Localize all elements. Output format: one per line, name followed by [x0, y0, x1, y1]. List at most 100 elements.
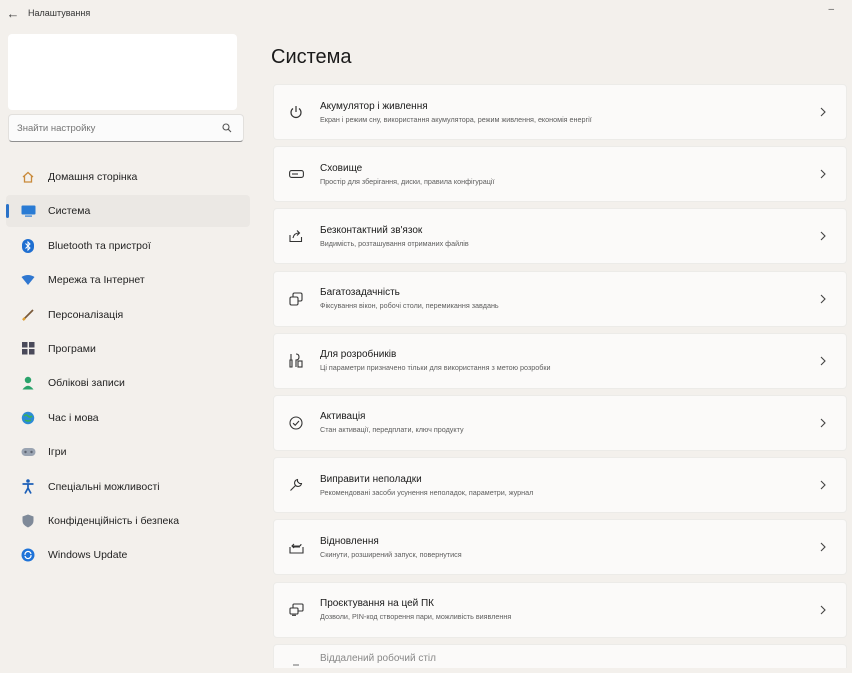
card-text: Багатозадачність Фіксування вікон, робоч…	[320, 287, 816, 310]
settings-card-projecting[interactable]: Проєктування на цей ПК Дозволи, PIN-код …	[273, 581, 847, 638]
projecting-icon	[286, 600, 306, 620]
storage-icon	[286, 164, 306, 184]
card-title: Багатозадачність	[320, 287, 400, 299]
card-title: Акумулятор і живлення	[320, 100, 428, 112]
card-text: Активація Стан активації, передплати, кл…	[320, 411, 816, 434]
nav-item-accessibility[interactable]: Спеціальні можливості	[6, 471, 250, 503]
card-title: Відновлення	[320, 535, 379, 547]
minimize-button[interactable]: –	[828, 4, 834, 15]
bluetooth-icon	[20, 238, 36, 254]
developer-tools-icon	[286, 351, 306, 371]
privacy-shield-icon	[20, 513, 36, 529]
card-subtitle: Екран і режим сну, використання акумулят…	[320, 114, 592, 124]
chevron-right-icon	[816, 169, 830, 179]
card-title: Для розробників	[320, 349, 397, 361]
card-title: Проєктування на цей ПК	[320, 598, 435, 609]
nav-item-privacy[interactable]: Конфіденційність і безпека	[6, 505, 250, 537]
accounts-icon	[20, 375, 36, 391]
search-input[interactable]	[9, 121, 219, 135]
card-title: Активація	[320, 411, 366, 423]
nav-item-apps[interactable]: Програми	[6, 333, 250, 365]
settings-card-nearby-sharing[interactable]: Безконтактний зв'язок Видимість, розташу…	[273, 208, 847, 265]
network-icon	[20, 272, 36, 288]
settings-card-recovery[interactable]: Відновлення Скинути, розширений запуск, …	[273, 519, 847, 576]
chevron-right-icon	[816, 294, 830, 304]
nav-item-gaming[interactable]: Ігри	[6, 436, 250, 468]
back-button[interactable]: ←	[2, 2, 24, 24]
nav-item-label: Система	[48, 205, 91, 218]
chevron-right-icon	[816, 356, 830, 366]
search-icon[interactable]	[219, 123, 235, 133]
nav-item-label: Мережа та Інтернет	[48, 274, 145, 287]
nav-item-label: Персоналізація	[48, 308, 124, 321]
card-subtitle: Стан активації, передплати, ключ продукт…	[320, 425, 464, 435]
card-text: Віддалений робочий стіл	[320, 653, 846, 664]
personalization-icon	[20, 307, 36, 323]
recovery-icon	[286, 537, 306, 557]
nav-item-system[interactable]: Система	[6, 195, 250, 228]
windows-update-icon	[20, 547, 36, 563]
system-icon	[20, 203, 36, 219]
chevron-right-icon	[816, 418, 830, 428]
card-title: Виправити неполадки	[320, 473, 422, 485]
nav-item-label: Домашня сторінка	[48, 171, 138, 183]
back-arrow-icon: ←	[6, 5, 20, 21]
page-title: Система	[271, 46, 352, 68]
nav-item-label: Час і мова	[48, 411, 99, 424]
settings-card-activation[interactable]: Активація Стан активації, передплати, кл…	[273, 394, 847, 451]
gaming-icon	[20, 444, 36, 460]
nav-item-label: Програми	[48, 342, 96, 355]
nearby-sharing-icon	[286, 226, 306, 246]
search-box[interactable]	[8, 114, 244, 142]
chevron-right-icon	[816, 107, 830, 117]
settings-card-storage[interactable]: Сховище Простір для зберігання, диски, п…	[273, 146, 847, 203]
nav-item-accounts[interactable]: Облікові записи	[6, 367, 250, 399]
nav-item-label: Windows Update	[48, 549, 128, 562]
nav-item-label: Ігри	[48, 446, 67, 459]
card-text: Виправити неполадки Рекомендовані засоби…	[320, 474, 816, 497]
card-title: Сховище	[320, 162, 363, 174]
card-subtitle: Простір для зберігання, диски, правила к…	[320, 176, 495, 186]
card-subtitle: Скинути, розширений запуск, повернутися	[320, 549, 462, 559]
activation-check-icon	[286, 413, 306, 433]
settings-card-troubleshoot[interactable]: Виправити неполадки Рекомендовані засоби…	[273, 457, 847, 514]
multitasking-icon	[286, 289, 306, 309]
settings-card-developers[interactable]: Для розробників Ці параметри призначено …	[273, 332, 847, 389]
accessibility-icon	[20, 479, 36, 495]
selection-indicator	[6, 204, 9, 219]
nav-item-label: Спеціальні можливості	[48, 480, 160, 493]
nav-list: Домашня сторінка Система Bluetooth та пр…	[6, 161, 250, 574]
troubleshoot-wrench-icon	[286, 475, 306, 495]
nav-item-label: Конфіденційність і безпека	[48, 514, 180, 527]
nav-item-windows-update[interactable]: Windows Update	[6, 539, 250, 571]
card-text: Безконтактний зв'язок Видимість, розташу…	[320, 225, 816, 248]
card-text: Проєктування на цей ПК Дозволи, PIN-код …	[320, 598, 816, 621]
card-text: Акумулятор і живлення Екран і режим сну,…	[320, 101, 816, 124]
card-subtitle: Дозволи, PIN-код створення пари, можливі…	[320, 612, 512, 621]
nav-item-personalization[interactable]: Персоналізація	[6, 299, 250, 331]
settings-list: Акумулятор і живлення Екран і режим сну,…	[273, 84, 847, 668]
chevron-right-icon	[816, 605, 830, 615]
sidebar: Домашня сторінка Система Bluetooth та пр…	[0, 26, 258, 656]
time-language-icon	[20, 410, 36, 426]
nav-item-label: Облікові записи	[48, 377, 125, 390]
app-title: Налаштування	[28, 8, 91, 18]
home-icon	[20, 169, 36, 185]
card-subtitle: Ці параметри призначено тільки для викор…	[320, 363, 551, 373]
chevron-right-icon	[816, 480, 830, 490]
card-text: Відновлення Скинути, розширений запуск, …	[320, 536, 816, 559]
nav-item-bluetooth[interactable]: Bluetooth та пристрої	[6, 230, 250, 262]
card-text: Сховище Простір для зберігання, диски, п…	[320, 163, 816, 186]
card-subtitle: Рекомендовані засоби усунення неполадок,…	[320, 487, 534, 497]
title-bar: ← Налаштування –	[0, 0, 852, 26]
settings-card-multitasking[interactable]: Багатозадачність Фіксування вікон, робоч…	[273, 270, 847, 327]
user-profile-card[interactable]	[8, 34, 237, 110]
nav-item-time-language[interactable]: Час і мова	[6, 402, 250, 434]
chevron-right-icon	[816, 542, 830, 552]
chevron-right-icon	[816, 231, 830, 241]
card-text: Для розробників Ці параметри призначено …	[320, 349, 816, 372]
nav-item-network[interactable]: Мережа та Інтернет	[6, 264, 250, 296]
settings-card-power[interactable]: Акумулятор і живлення Екран і режим сну,…	[273, 84, 847, 140]
card-title: Безконтактний зв'язок	[320, 224, 423, 236]
nav-item-home[interactable]: Домашня сторінка	[6, 161, 250, 193]
